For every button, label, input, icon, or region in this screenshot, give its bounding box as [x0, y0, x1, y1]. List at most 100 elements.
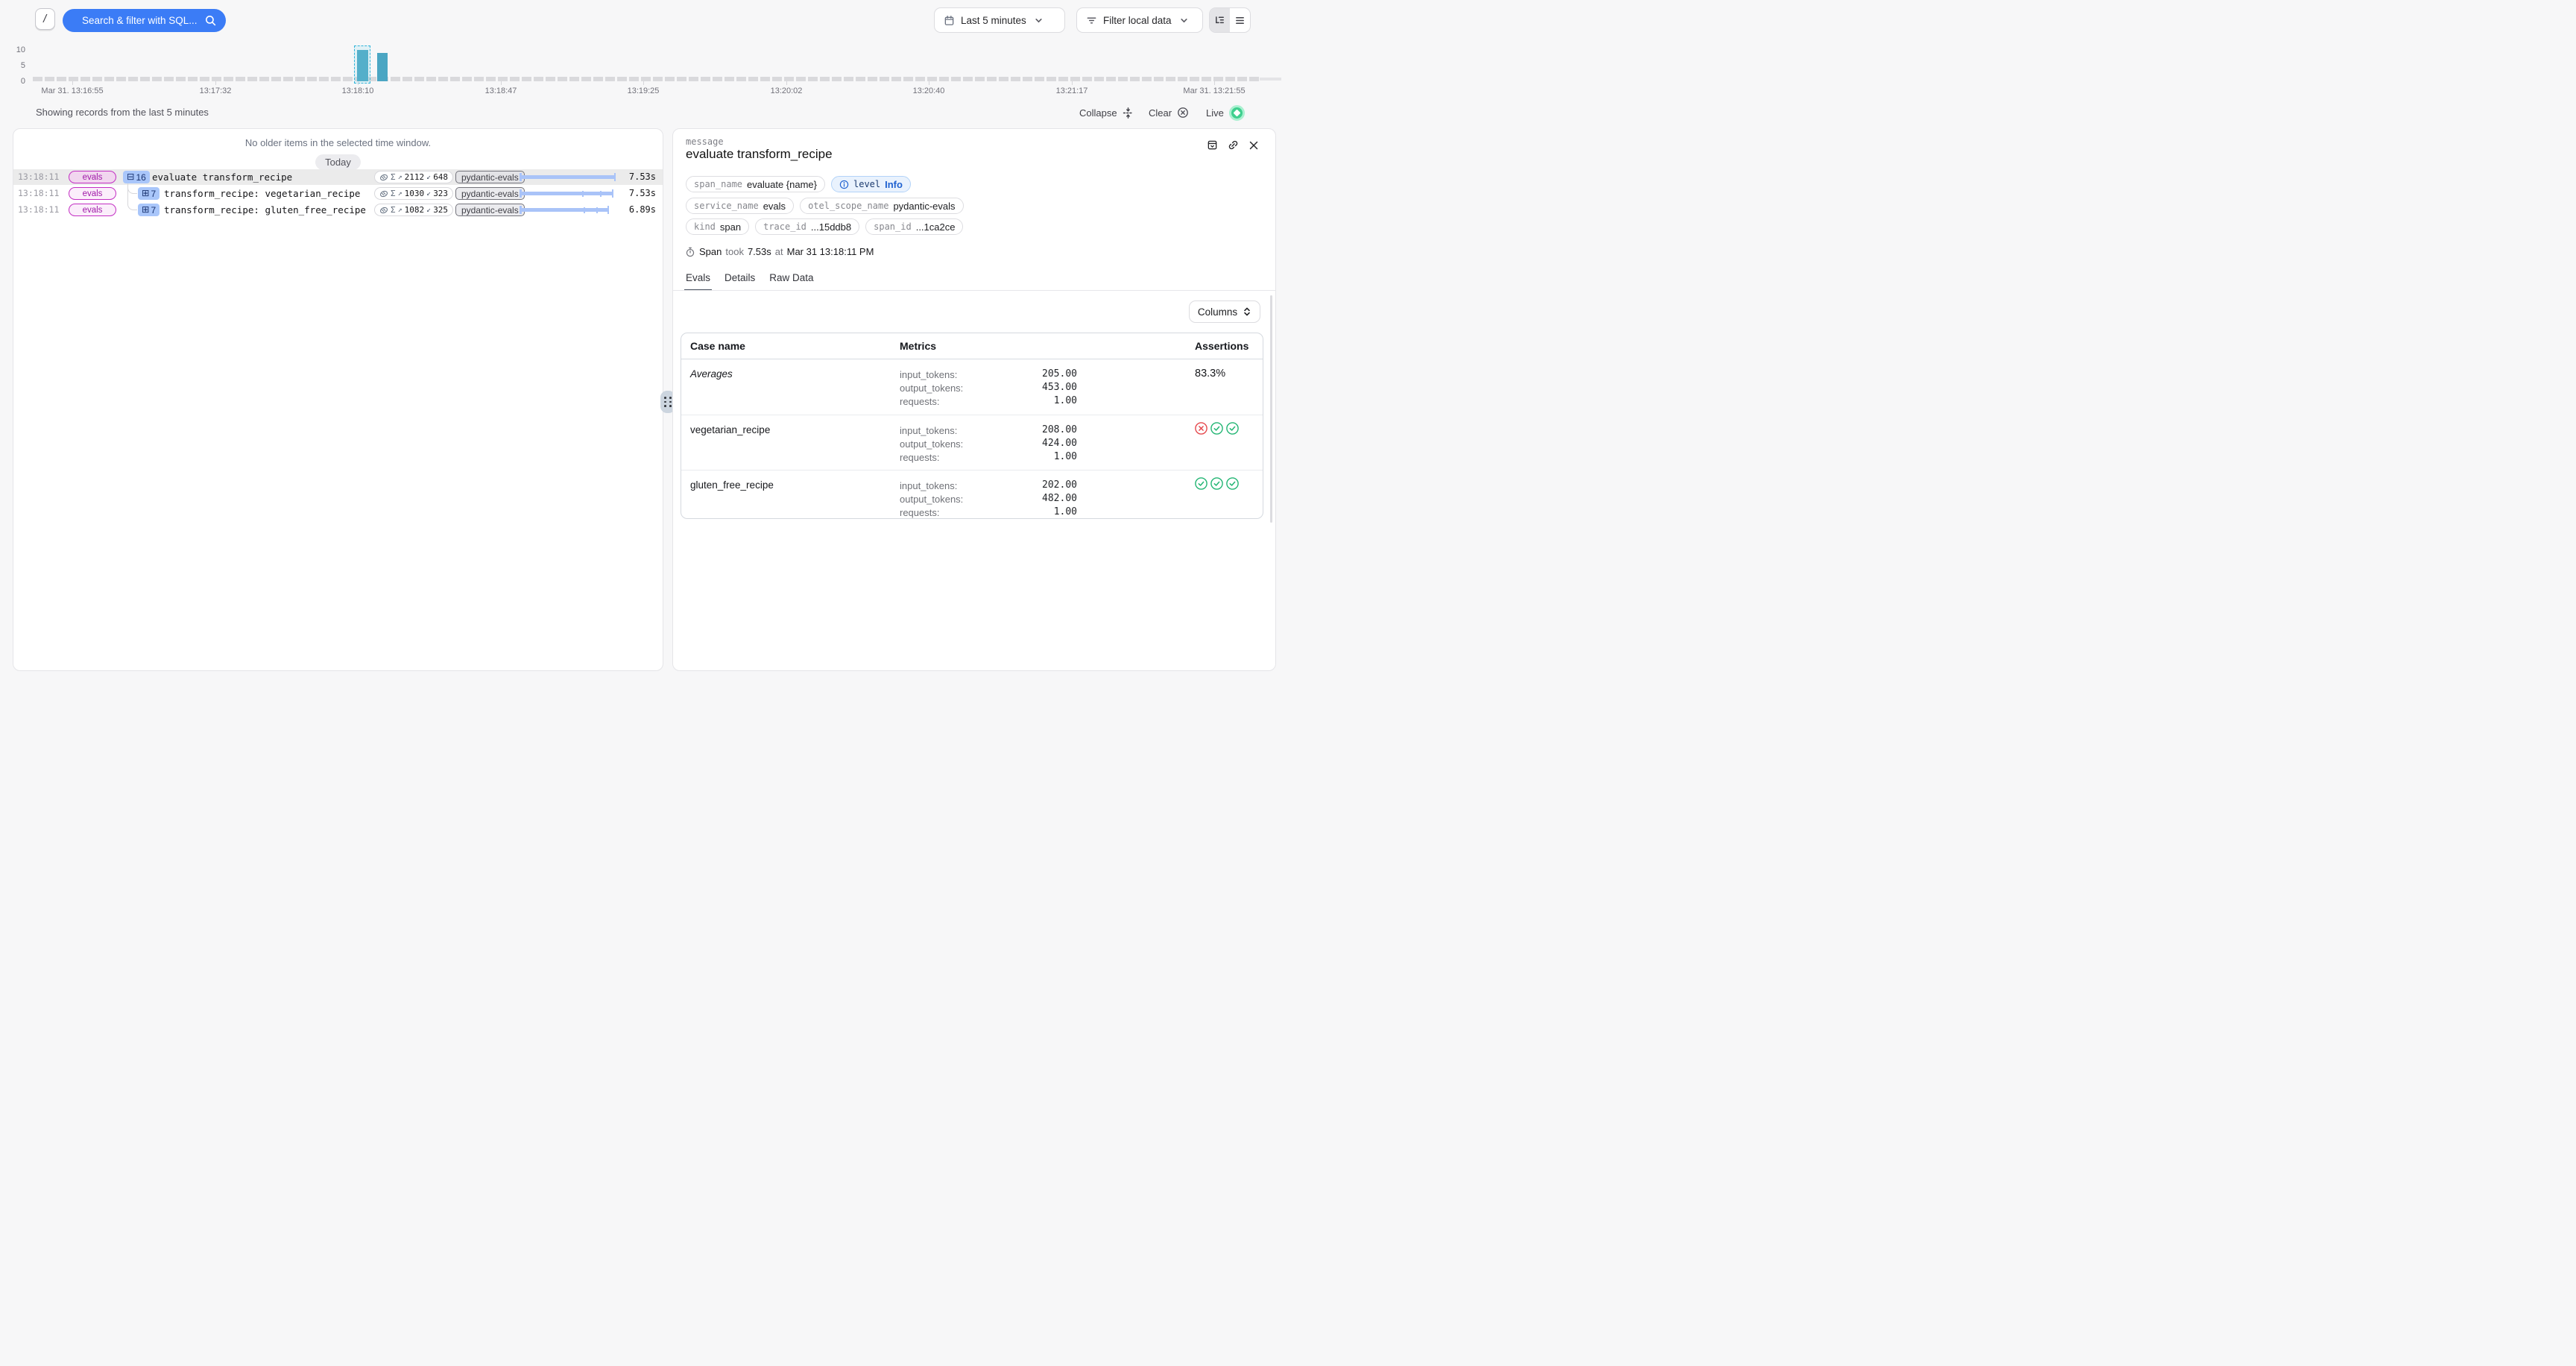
columns-label: Columns: [1198, 306, 1237, 318]
span-duration-bar[interactable]: [520, 206, 616, 214]
assertions-percentage: 83.3%: [1195, 368, 1225, 380]
x-axis-tick: [215, 81, 216, 85]
metric-label: output_tokens:: [900, 383, 963, 394]
columns-button[interactable]: Columns: [1189, 300, 1260, 323]
close-panel-button[interactable]: [1248, 140, 1259, 151]
sigma-icon: Σ: [391, 205, 396, 215]
trace-time: 13:18:11: [18, 186, 55, 201]
attribute-badge-trace-id[interactable]: trace_id ...15ddb8: [755, 218, 859, 235]
filter-local-data-button[interactable]: Filter local data: [1076, 7, 1203, 33]
x-axis-tick: [1214, 81, 1215, 85]
clear-button[interactable]: Clear: [1149, 104, 1189, 121]
tokens-out-count: 325: [433, 205, 448, 215]
scope-badge[interactable]: pydantic-evals: [455, 171, 525, 183]
attribute-value: ...15ddb8: [811, 221, 851, 233]
x-tick-label: 13:20:40: [913, 86, 945, 95]
live-diamond-icon: [1233, 109, 1240, 116]
chevron-down-icon: [1035, 16, 1043, 25]
metric-value: 202.00: [1042, 479, 1077, 491]
attribute-key: kind: [694, 221, 716, 232]
child-count: 7: [151, 205, 156, 215]
pass-check-icon: [1210, 477, 1223, 490]
timeline-chart: 10 5 0 Mar 31. 13:16:55 13:17:32 13:18:1…: [0, 41, 1288, 108]
case-name: vegetarian_recipe: [690, 424, 770, 435]
attribute-badge-service-name[interactable]: service_name evals: [686, 198, 794, 214]
attribute-badge-otel-scope-name[interactable]: otel_scope_name pydantic-evals: [800, 198, 963, 214]
y-tick-label: 0: [0, 77, 25, 86]
metric-value: 1.00: [1054, 451, 1077, 462]
expand-children-icon: ⊞: [142, 189, 149, 198]
trace-tag-badge[interactable]: evals: [69, 171, 116, 183]
column-header-case-name: Case name: [690, 333, 745, 359]
attribute-badge-kind[interactable]: kind span: [686, 218, 749, 235]
trace-time: 13:18:11: [18, 169, 55, 185]
tree-connector: [127, 183, 137, 194]
trace-tag-badge[interactable]: evals: [69, 204, 116, 216]
took-duration: 7.53s: [748, 246, 771, 257]
tokens-in-count: 1030: [405, 189, 425, 198]
span-count-badge[interactable]: ⊟ 16: [123, 171, 150, 183]
search-button[interactable]: Search & filter with SQL...: [63, 9, 226, 32]
expand-children-icon: ⊞: [142, 205, 149, 215]
span-count-badge[interactable]: ⊞ 7: [138, 187, 160, 200]
clear-label: Clear: [1149, 107, 1172, 119]
evals-table-row: Averages input_tokens:205.00 output_toke…: [681, 359, 1263, 415]
span-duration-bar[interactable]: [520, 189, 616, 198]
span-name[interactable]: transform_recipe: gluten_free_recipe: [164, 202, 366, 218]
tree-view-toggle[interactable]: [1210, 8, 1230, 32]
collapse-button[interactable]: Collapse: [1079, 104, 1134, 121]
list-view-icon: [1234, 15, 1246, 26]
list-view-toggle[interactable]: [1230, 8, 1250, 32]
span-count-badge[interactable]: ⊞ 7: [138, 204, 160, 216]
attribute-key: service_name: [694, 201, 759, 211]
timeline-bar[interactable]: [377, 53, 388, 81]
attribute-key: trace_id: [763, 221, 806, 232]
level-key: level: [853, 179, 880, 189]
attribute-value: evaluate {name}: [747, 179, 817, 190]
scrollbar-thumb[interactable]: [1270, 295, 1272, 523]
attribute-key: span_id: [874, 221, 912, 232]
column-header-assertions: Assertions: [1195, 333, 1248, 359]
timeline-bar[interactable]: [357, 50, 368, 81]
scope-badge[interactable]: pydantic-evals: [455, 187, 525, 200]
token-stats-badge: Σ ↗1082 ↙325: [374, 204, 453, 216]
copy-link-button[interactable]: [1228, 139, 1239, 151]
duration-label: 6.89s: [629, 202, 656, 218]
tab-evals[interactable]: Evals: [686, 272, 710, 291]
span-name[interactable]: transform_recipe: vegetarian_recipe: [164, 186, 360, 201]
open-in-drawer-button[interactable]: [1207, 139, 1218, 151]
level-badge[interactable]: level Info: [831, 176, 911, 192]
span-name[interactable]: evaluate transform_recipe: [152, 169, 292, 185]
trace-row[interactable]: 13:18:11 evals ⊞ 7 transform_recipe: veg…: [13, 186, 663, 201]
attribute-value: evals: [763, 201, 786, 212]
live-toggle-button[interactable]: [1229, 105, 1245, 121]
attribute-badge-span-name[interactable]: span_name evaluate {name}: [686, 176, 825, 192]
collapse-label: Collapse: [1079, 107, 1117, 119]
metric-value: 424.00: [1042, 438, 1077, 449]
tab-raw-data[interactable]: Raw Data: [769, 272, 813, 291]
detail-tabs: Evals Details Raw Data: [686, 272, 814, 291]
pass-check-icon: [1226, 422, 1239, 435]
time-range-button[interactable]: Last 5 minutes: [934, 7, 1065, 33]
tab-details[interactable]: Details: [724, 272, 755, 291]
column-header-metrics: Metrics: [900, 333, 936, 359]
trace-row[interactable]: 13:18:11 evals ⊞ 7 transform_recipe: glu…: [13, 202, 663, 218]
tokens-out-count: 323: [433, 189, 448, 198]
metrics-cell: input_tokens:202.00 output_tokens:482.00…: [900, 479, 1077, 520]
calendar-icon: [944, 15, 955, 26]
trace-tag-badge[interactable]: evals: [69, 187, 116, 200]
token-stats-badge: Σ ↗2112 ↙648: [374, 171, 453, 183]
attribute-badge-span-id[interactable]: span_id ...1ca2ce: [865, 218, 963, 235]
slash-shortcut-key[interactable]: /: [35, 8, 55, 30]
trace-row[interactable]: 13:18:11 evals ⊟ 16 evaluate transform_r…: [13, 169, 663, 185]
tokens-in-arrow-icon: ↗: [398, 206, 402, 214]
search-icon: [205, 15, 216, 26]
tokens-in-count: 2112: [405, 172, 425, 182]
y-tick-label: 10: [0, 45, 25, 54]
scope-badge[interactable]: pydantic-evals: [455, 204, 525, 216]
search-button-label: Search & filter with SQL...: [82, 15, 198, 26]
tokens-out-arrow-icon: ↙: [426, 206, 431, 214]
tokens-out-arrow-icon: ↙: [426, 173, 431, 181]
span-duration-bar[interactable]: [520, 173, 616, 181]
metric-label: requests:: [900, 452, 939, 463]
